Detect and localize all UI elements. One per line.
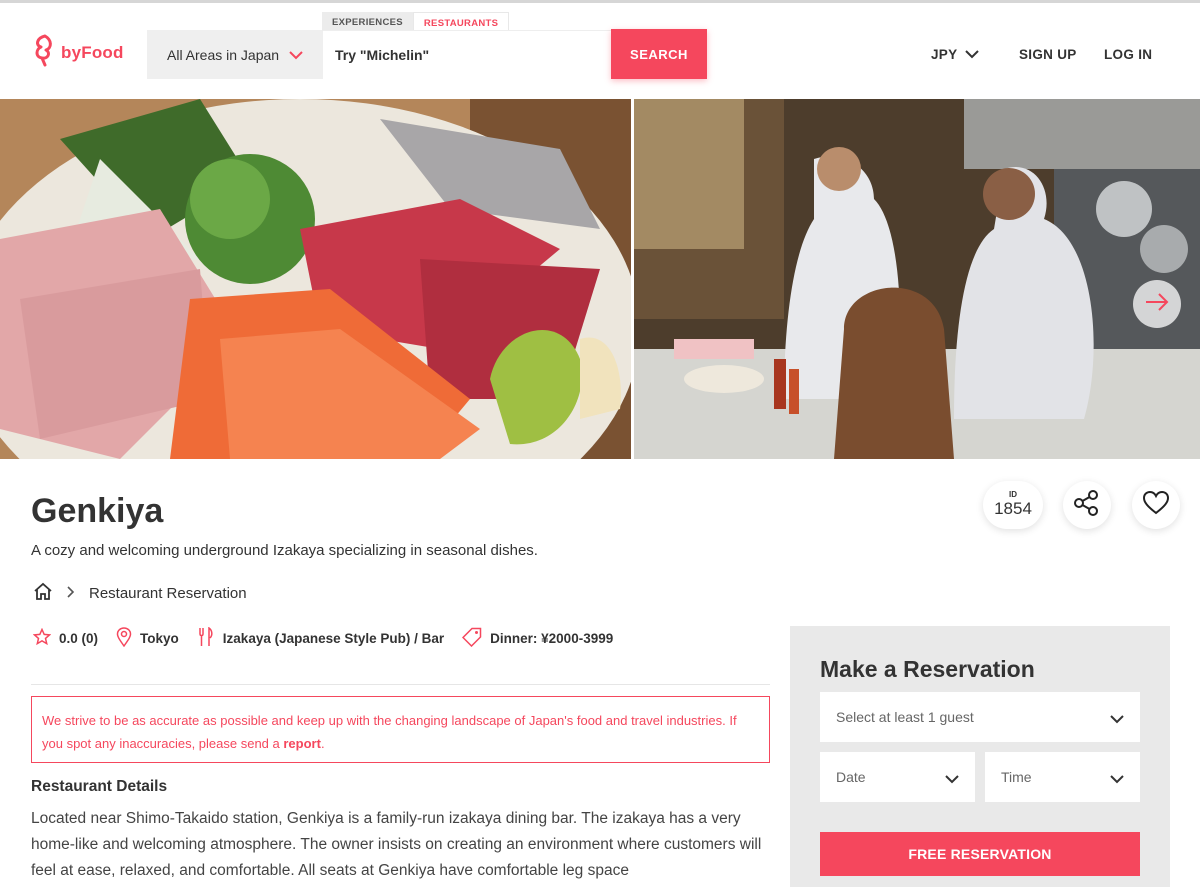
time-select-label: Time [1001, 769, 1032, 785]
heart-icon [1142, 490, 1170, 520]
byfood-logo-icon [33, 33, 55, 72]
report-link[interactable]: report [283, 736, 321, 751]
accuracy-notice: We strive to be as accurate as possible … [31, 696, 770, 763]
rating: 0.0 (0) [32, 627, 99, 649]
price-value: Dinner: ¥2000-3999 [490, 631, 614, 646]
next-photo-button[interactable] [1133, 280, 1181, 328]
id-badge: ID 1854 [983, 481, 1043, 529]
breadcrumb-current[interactable]: Restaurant Reservation [89, 585, 247, 602]
tab-experiences[interactable]: EXPERIENCES [322, 12, 413, 31]
favorite-button[interactable] [1132, 481, 1180, 529]
sign-up-link[interactable]: SIGN UP [1019, 47, 1077, 62]
notice-end: . [320, 736, 325, 751]
id-label: ID [1009, 490, 1017, 499]
tab-restaurants[interactable]: RESTAURANTS [412, 12, 510, 31]
restaurant-meta: 0.0 (0) Tokyo Izakaya (Japanese Style Pu… [32, 626, 631, 650]
location: Tokyo [116, 627, 179, 650]
id-value: 1854 [994, 499, 1032, 518]
log-in-link[interactable]: LOG IN [1104, 47, 1152, 62]
rating-value: 0.0 (0) [59, 631, 99, 646]
chevron-down-icon [945, 771, 959, 787]
time-select[interactable]: Time [985, 752, 1140, 802]
divider [31, 684, 770, 685]
search-button[interactable]: SEARCH [611, 29, 707, 79]
location-pin-icon [116, 627, 132, 650]
reservation-panel: Make a Reservation Select at least 1 gue… [790, 626, 1170, 887]
price-tag-icon [462, 627, 482, 650]
date-select[interactable]: Date [820, 752, 975, 802]
cuisine-value[interactable]: Izakaya (Japanese Style Pub) / Bar [223, 631, 444, 646]
details-title: Restaurant Details [31, 778, 168, 795]
chevron-down-icon [289, 47, 303, 63]
area-select[interactable]: All Areas in Japan [147, 30, 323, 79]
guest-select-label: Select at least 1 guest [836, 709, 974, 725]
logo[interactable]: byFood [33, 33, 124, 72]
utensils-icon [197, 626, 215, 650]
search-input[interactable]: Try "Michelin" [323, 30, 611, 79]
reservation-title: Make a Reservation [820, 656, 1035, 682]
chevron-down-icon [965, 47, 980, 62]
area-select-label: All Areas in Japan [167, 46, 280, 63]
sashimi-photo[interactable] [0, 99, 631, 459]
details-body: Located near Shimo-Takaido station, Genk… [31, 810, 762, 879]
currency-label: JPY [931, 47, 958, 62]
chevron-right-icon [67, 585, 75, 602]
logo-text: byFood [61, 42, 124, 62]
restaurant-tagline: A cozy and welcoming underground Izakaya… [31, 542, 538, 559]
location-value[interactable]: Tokyo [140, 631, 179, 646]
share-icon [1073, 489, 1101, 522]
chevron-down-icon [1110, 771, 1124, 787]
star-icon [32, 627, 52, 649]
home-icon[interactable] [33, 582, 53, 604]
arrow-right-icon [1144, 292, 1170, 317]
currency-select[interactable]: JPY [931, 47, 980, 62]
breadcrumb: Restaurant Reservation [33, 582, 247, 604]
cuisine: Izakaya (Japanese Style Pub) / Bar [197, 626, 444, 650]
chevron-down-icon [1110, 711, 1124, 727]
share-button[interactable] [1063, 481, 1111, 529]
notice-text: We strive to be as accurate as possible … [42, 713, 737, 751]
guest-select[interactable]: Select at least 1 guest [820, 692, 1140, 742]
site-header: byFood All Areas in Japan EXPERIENCES RE… [0, 0, 1200, 99]
kitchen-staff-photo[interactable] [634, 99, 1200, 459]
restaurant-name: Genkiya [31, 492, 164, 530]
date-select-label: Date [836, 769, 866, 785]
free-reservation-button[interactable]: FREE RESERVATION [820, 832, 1140, 876]
price: Dinner: ¥2000-3999 [462, 627, 613, 650]
search-tabs: EXPERIENCES RESTAURANTS [322, 12, 510, 31]
